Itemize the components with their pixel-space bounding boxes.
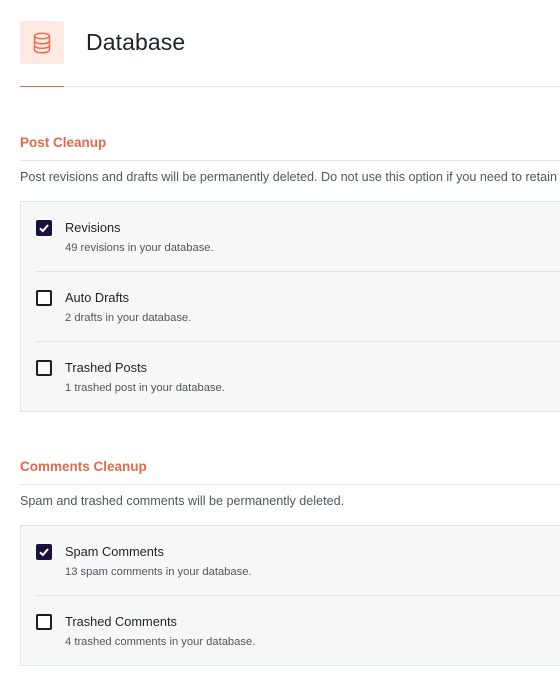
trashed-comments-count: 4 trashed comments in your database. bbox=[65, 636, 256, 648]
auto-drafts-label[interactable]: Auto Drafts bbox=[65, 290, 129, 305]
comments-cleanup-options-panel: Spam Comments 13 spam comments in your d… bbox=[20, 525, 560, 666]
option-auto-drafts[interactable]: Auto Drafts 2 drafts in your database. bbox=[36, 272, 560, 342]
post-cleanup-description: Post revisions and drafts will be perman… bbox=[20, 170, 557, 184]
trashed-posts-label[interactable]: Trashed Posts bbox=[65, 360, 147, 375]
trashed-posts-checkbox[interactable] bbox=[36, 360, 52, 376]
revisions-label[interactable]: Revisions bbox=[65, 220, 120, 235]
option-revisions[interactable]: Revisions 49 revisions in your database. bbox=[36, 202, 560, 272]
option-trashed-comments[interactable]: Trashed Comments 4 trashed comments in y… bbox=[36, 596, 560, 666]
spam-comments-label[interactable]: Spam Comments bbox=[65, 544, 164, 559]
page-title: Database bbox=[86, 29, 186, 55]
header-divider-accent bbox=[20, 86, 64, 87]
trashed-posts-count: 1 trashed post in your database. bbox=[65, 382, 225, 394]
header-divider bbox=[20, 86, 560, 87]
spam-comments-checkbox[interactable] bbox=[36, 544, 52, 560]
option-trashed-posts[interactable]: Trashed Posts 1 trashed post in your dat… bbox=[36, 342, 560, 412]
spam-comments-count: 13 spam comments in your database. bbox=[65, 566, 252, 578]
checkmark-icon bbox=[39, 224, 49, 233]
trashed-comments-checkbox[interactable] bbox=[36, 614, 52, 630]
post-cleanup-options-panel: Revisions 49 revisions in your database.… bbox=[20, 201, 560, 412]
database-icon bbox=[20, 21, 64, 64]
revisions-checkbox[interactable] bbox=[36, 220, 52, 236]
database-settings-page: Database Post Cleanup Post revisions and… bbox=[0, 0, 560, 692]
option-spam-comments[interactable]: Spam Comments 13 spam comments in your d… bbox=[36, 526, 560, 596]
post-cleanup-title: Post Cleanup bbox=[20, 135, 107, 150]
revisions-count: 49 revisions in your database. bbox=[65, 242, 214, 254]
checkmark-icon bbox=[39, 548, 49, 557]
auto-drafts-count: 2 drafts in your database. bbox=[65, 312, 192, 324]
comments-cleanup-description: Spam and trashed comments will be perman… bbox=[20, 494, 345, 508]
trashed-comments-label[interactable]: Trashed Comments bbox=[65, 614, 177, 629]
auto-drafts-checkbox[interactable] bbox=[36, 290, 52, 306]
post-cleanup-divider bbox=[20, 160, 560, 161]
page-header: Database bbox=[20, 21, 185, 64]
comments-cleanup-divider bbox=[20, 484, 560, 485]
comments-cleanup-title: Comments Cleanup bbox=[20, 459, 147, 474]
